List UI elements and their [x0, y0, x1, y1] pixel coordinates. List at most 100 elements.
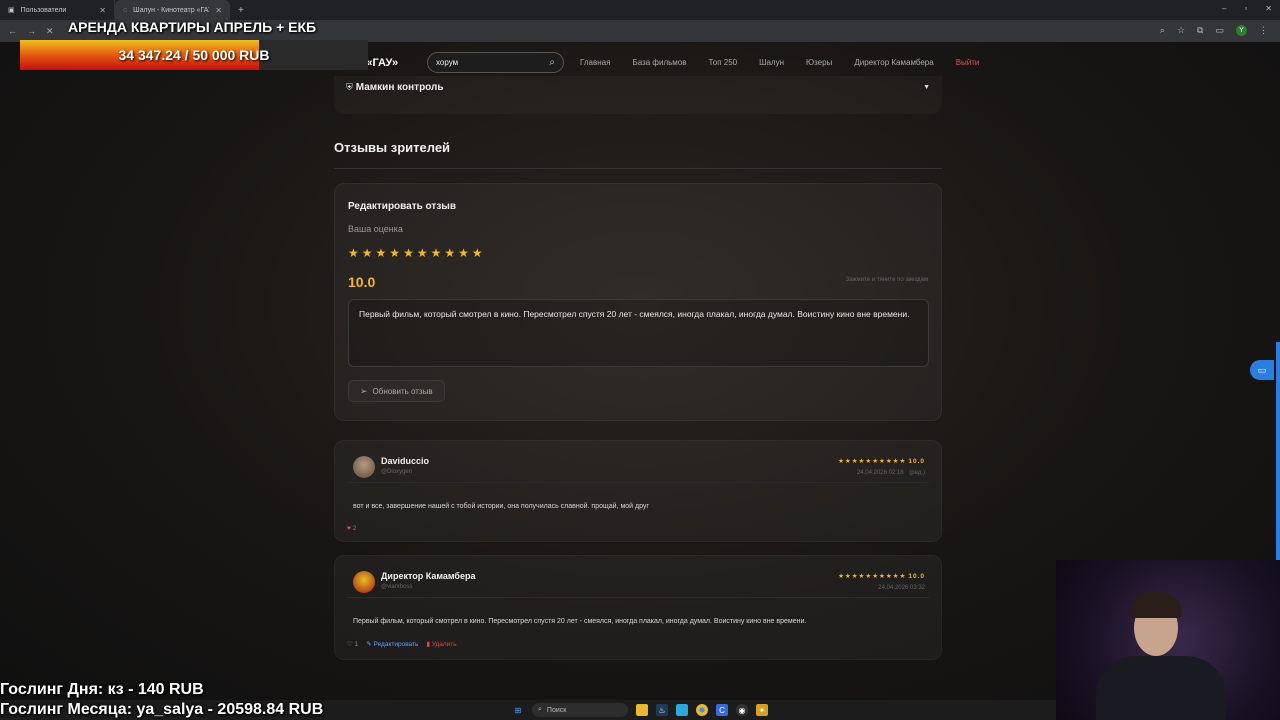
back-icon[interactable]: ←	[8, 26, 17, 37]
app-icon[interactable]: ✦	[756, 704, 768, 716]
star-icon[interactable]: ★	[376, 246, 387, 260]
rating-label: Ваша оценка	[348, 224, 403, 234]
edit-review-link[interactable]: ✎ Редактировать	[366, 640, 418, 648]
like-count: 1	[354, 641, 359, 648]
avatar[interactable]	[353, 571, 375, 593]
parental-control-panel[interactable]: ⛨ Мамкин контроль ▼	[334, 76, 942, 114]
pencil-icon: ✎	[366, 641, 372, 648]
taskbar-search-label: Поиск	[546, 706, 567, 714]
close-tab-icon[interactable]: ✕	[99, 6, 106, 15]
overlay-gosling-month: Гослинг Месяца: ya_salya - 20598.84 RUB	[0, 701, 324, 718]
like-button[interactable]: ♥ 2	[347, 525, 356, 532]
review-handle: @Dioxygen	[381, 469, 413, 475]
zoom-icon[interactable]: ⌕	[1160, 25, 1165, 36]
nav-film-base[interactable]: База фильмов	[632, 58, 686, 67]
like-button[interactable]: ♡ 1	[347, 640, 358, 648]
section-divider	[334, 168, 942, 169]
review-author[interactable]: Daviduccio	[381, 456, 429, 466]
windows-start-icon[interactable]: ⊞	[512, 704, 524, 716]
search-icon: ⌕	[538, 706, 542, 713]
star-icon[interactable]: ★	[417, 246, 428, 260]
scrollbar[interactable]	[1276, 342, 1280, 562]
webcam-feed	[1056, 560, 1280, 720]
donation-goal-bar: 34 347.24 / 50 000 RUB	[20, 40, 368, 70]
obs-icon[interactable]: ◉	[736, 704, 748, 716]
send-icon: ➢	[360, 385, 368, 396]
update-review-label: Обновить отзыв	[372, 386, 433, 396]
review-stars-glyphs: ★★★★★★★★★★	[838, 573, 907, 580]
star-icon[interactable]: ★	[458, 246, 469, 260]
review-header: Daviduccio @Dioxygen ★★★★★★★★★★ 10.0 24.0…	[347, 453, 929, 483]
delete-review-link[interactable]: ▮ Удалить	[426, 640, 456, 648]
nav-users[interactable]: Юзеры	[806, 58, 832, 67]
forward-icon[interactable]: →	[27, 26, 36, 37]
update-review-button[interactable]: ➢ Обновить отзыв	[348, 380, 445, 402]
shield-icon: ⛨	[346, 82, 353, 92]
extensions-icon[interactable]: ⧉	[1197, 25, 1203, 36]
review-score: 10.0	[908, 458, 925, 465]
search-input[interactable]: хорум	[436, 58, 549, 67]
star-icon[interactable]: ★	[444, 246, 455, 260]
star-icon[interactable]: ★	[348, 246, 359, 260]
star-rating-input[interactable]: ★ ★ ★ ★ ★ ★ ★ ★ ★ ★	[348, 246, 483, 260]
review-textarea[interactable]: Первый фильм, который смотрел в кино. Пе…	[348, 299, 929, 367]
nav-logout[interactable]: Выйти	[956, 58, 980, 67]
toolbar-icons: ⌕ ☆ ⧉ ▭ Y ⋮	[1160, 25, 1268, 36]
main-nav: Главная База фильмов Топ 250 Шалун Юзеры…	[580, 58, 1001, 67]
review-footer: ♡ 1 ✎ Редактировать ▮ Удалить	[347, 640, 457, 648]
tab-shalun-label: Шалун - Кинотеатр «ГАУ»	[133, 6, 210, 14]
review-card: Директор Камамбера @viarxboss ★★★★★★★★★★…	[334, 555, 942, 660]
chrome-icon[interactable]	[696, 704, 708, 716]
sidepanel-icon[interactable]: ▭	[1215, 25, 1224, 36]
minimize-icon[interactable]: –	[1222, 4, 1226, 13]
tab-favicon-icon: ▣	[8, 7, 15, 14]
chat-icon[interactable]: ▭	[1250, 360, 1274, 380]
reviews-section-title: Отзывы зрителей	[334, 140, 451, 155]
bookmark-star-icon[interactable]: ☆	[1177, 25, 1185, 36]
like-count: 2	[352, 525, 357, 532]
star-icon[interactable]: ★	[362, 246, 373, 260]
review-stars: ★★★★★★★★★★ 10.0	[838, 457, 925, 465]
new-tab-icon[interactable]: +	[238, 5, 244, 16]
maximize-icon[interactable]: ▫	[1244, 4, 1247, 13]
file-explorer-icon[interactable]	[636, 704, 648, 716]
nav-director[interactable]: Директор Камамбера	[854, 58, 933, 67]
review-date-value: 24.04.2026 02:18	[856, 470, 904, 476]
close-window-icon[interactable]: ✕	[1265, 4, 1272, 13]
nav-home[interactable]: Главная	[580, 58, 610, 67]
app-icon[interactable]	[676, 704, 688, 716]
nav-top-250[interactable]: Топ 250	[709, 58, 738, 67]
review-date: 24.04.2026 03:32	[878, 585, 925, 591]
rating-score: 10.0	[348, 274, 376, 290]
star-icon[interactable]: ★	[403, 246, 414, 260]
app-icon[interactable]: C	[716, 704, 728, 716]
search-icon[interactable]: ⌕	[549, 57, 555, 68]
star-icon[interactable]: ★	[431, 246, 442, 260]
chevron-down-icon[interactable]: ▼	[923, 84, 930, 91]
window-controls: – ▫ ✕	[1222, 4, 1272, 13]
steam-icon[interactable]: ♨	[656, 704, 668, 716]
avatar[interactable]	[353, 456, 375, 478]
taskbar-search[interactable]: ⌕ Поиск	[532, 703, 628, 717]
stop-icon[interactable]: ✕	[46, 26, 54, 37]
star-icon[interactable]: ★	[389, 246, 400, 260]
nav-shalun[interactable]: Шалун	[759, 58, 784, 67]
review-edited-badge: (ред.)	[909, 470, 925, 476]
review-stars-glyphs: ★★★★★★★★★★	[838, 458, 907, 465]
webcam-person-hair	[1130, 592, 1182, 618]
close-tab-icon[interactable]: ✕	[215, 6, 222, 15]
tab-users[interactable]: ▣ Пользователи ✕	[0, 0, 115, 20]
trash-icon: ▮	[426, 641, 431, 648]
parental-control-title: Мамкин контроль	[355, 82, 444, 93]
profile-avatar[interactable]: Y	[1236, 25, 1247, 36]
menu-icon[interactable]: ⋮	[1259, 25, 1268, 36]
search-box[interactable]: хорум ⌕	[427, 52, 564, 73]
heart-icon: ♥	[347, 525, 351, 532]
review-card: Daviduccio @Dioxygen ★★★★★★★★★★ 10.0 24.0…	[334, 440, 942, 542]
tab-shalun[interactable]: ◌ Шалун - Кинотеатр «ГАУ» ✕	[115, 0, 230, 20]
review-author[interactable]: Директор Камамбера	[381, 571, 476, 581]
overlay-title: АРЕНДА КВАРТИРЫ АПРЕЛЬ + ЕКБ	[68, 19, 317, 35]
nav-arrows: ← → ✕	[8, 26, 54, 37]
star-icon[interactable]: ★	[472, 246, 483, 260]
delete-review-label: Удалить	[431, 641, 457, 648]
